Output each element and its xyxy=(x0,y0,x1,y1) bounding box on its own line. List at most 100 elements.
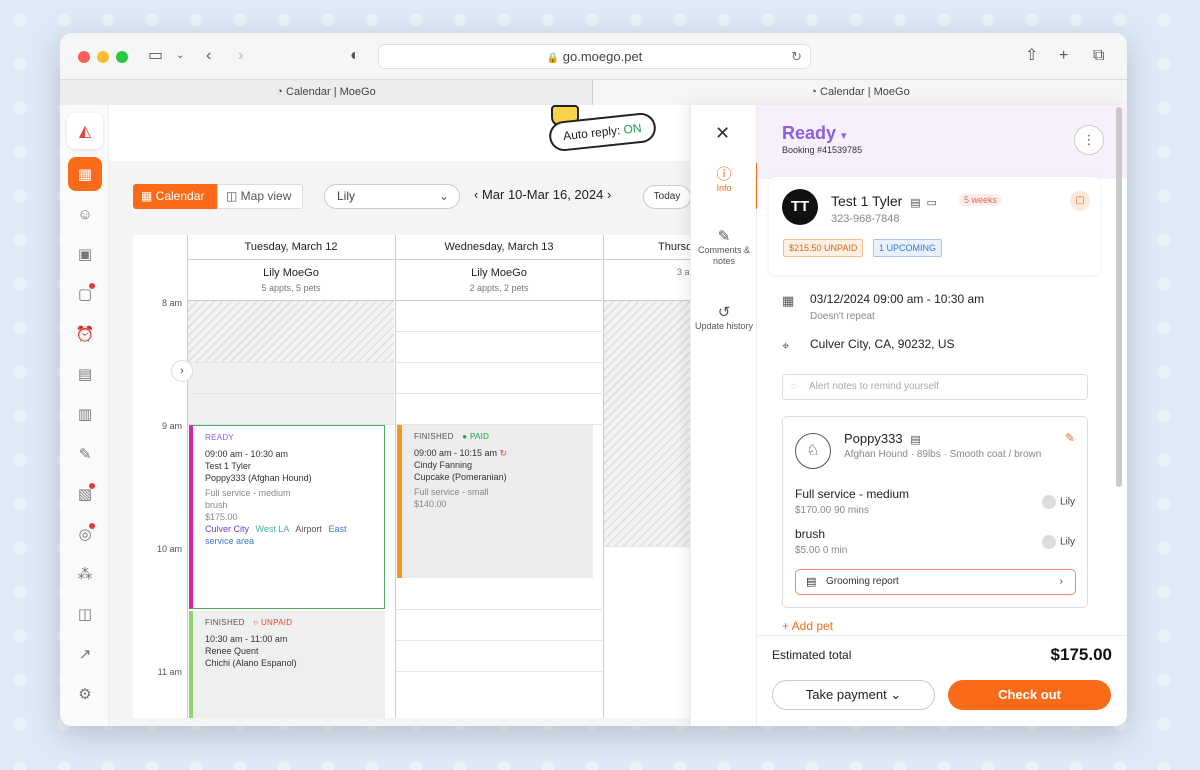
address-bar[interactable]: 🔒 go.moego.pet ↻ xyxy=(378,44,811,69)
time-slot[interactable] xyxy=(188,363,394,394)
service-item[interactable]: Full service - medium $170.00 90 mins xyxy=(795,487,909,516)
today-button[interactable]: Today xyxy=(643,185,691,209)
back-icon[interactable]: ‹ xyxy=(206,47,211,65)
left-nav: ◭ ▦ ☺ ▣ ▢ ⏰ ▤ ▥ ✎ ▧ ◎ ⁂ ◫ ↗ ⚙ xyxy=(60,105,109,726)
browser-window: ▭ ⌄ ‹ › ◐ 🔒 go.moego.pet ↻ ⇧ + ⧉ ◔ Calen… xyxy=(60,33,1127,726)
new-tab-icon[interactable]: + xyxy=(1059,47,1068,65)
nav-booking-icon[interactable]: ▤ xyxy=(68,357,102,391)
appointment-datetime[interactable]: ▦ 03/12/2024 09:00 am - 10:30 am Doesn't… xyxy=(782,292,984,322)
date-range-nav: ‹ Mar 10-Mar 16, 2024 › xyxy=(474,187,612,202)
note-icon[interactable]: ▤ xyxy=(910,197,920,209)
nav-settings-icon[interactable]: ⚙ xyxy=(68,677,102,711)
nav-reminders-icon[interactable]: ⏰ xyxy=(68,317,102,351)
prev-week-icon[interactable]: ‹ xyxy=(474,187,482,202)
message-icon[interactable]: ▢ xyxy=(1070,191,1090,211)
time-slot[interactable] xyxy=(396,301,602,332)
client-name[interactable]: Test 1 Tyler ▤ ▭ xyxy=(831,193,937,209)
browser-toolbar: ▭ ⌄ ‹ › ◐ 🔒 go.moego.pet ↻ ⇧ + ⧉ xyxy=(60,33,1127,79)
repeat-icon: ↻ xyxy=(499,448,508,458)
appointment-address[interactable]: ⌖ Culver City, CA, 90232, US xyxy=(782,337,955,353)
nav-schedule-icon[interactable]: ▧ xyxy=(68,477,102,511)
day-header[interactable]: Wednesday, March 13 xyxy=(396,235,602,260)
service-staff[interactable]: Lily xyxy=(1041,495,1075,509)
time-slot[interactable] xyxy=(396,610,602,641)
drawer-scrollbar[interactable] xyxy=(1116,107,1122,487)
service-item[interactable]: brush $5.00 0 min xyxy=(795,527,847,556)
blocked-slot xyxy=(188,301,394,363)
day-header[interactable]: Tuesday, March 12 xyxy=(188,235,394,260)
more-options-icon[interactable]: ⋮ xyxy=(1074,125,1104,155)
day-header[interactable]: Thursd xyxy=(604,235,690,260)
avatar[interactable]: TT xyxy=(782,189,818,225)
time-slot[interactable] xyxy=(188,394,394,425)
privacy-shield-icon[interactable]: ◐ xyxy=(350,47,360,65)
nav-team-icon[interactable]: ⁂ xyxy=(68,557,102,591)
drawer-tab-info[interactable]: ⓘ Info xyxy=(691,163,758,209)
time-slot[interactable] xyxy=(396,332,602,363)
tab-bar: ◔ Calendar | MoeGo ◔ Calendar | MoeGo xyxy=(60,79,1127,105)
expand-sidebar-icon[interactable]: › xyxy=(171,360,193,382)
unpaid-badge: ○ UNPAID xyxy=(253,618,293,627)
check-out-button[interactable]: Check out xyxy=(948,680,1111,710)
nav-bag-icon[interactable]: ▣ xyxy=(68,237,102,271)
lock-icon: 🔒 xyxy=(546,53,560,64)
time-slot[interactable] xyxy=(396,394,602,425)
close-window-button[interactable] xyxy=(78,51,90,63)
estimated-total-label: Estimated total xyxy=(772,648,852,662)
maximize-window-button[interactable] xyxy=(116,51,128,63)
map-view-button[interactable]: ◫ Map view xyxy=(217,184,303,209)
staff-select[interactable]: Lily ⌄ xyxy=(324,184,460,209)
time-slot[interactable] xyxy=(396,641,602,672)
drawer-tab-history[interactable]: ↺ Update history xyxy=(691,305,757,332)
browser-tab-1[interactable]: ◔ Calendar | MoeGo xyxy=(60,80,593,105)
forward-icon[interactable]: › xyxy=(238,47,243,65)
pet-card: ♘ Poppy333 ▤ Afghan Hound · 89lbs · Smoo… xyxy=(782,416,1088,608)
nav-calendar-icon[interactable]: ▦ xyxy=(68,157,102,191)
drawer-tab-comments[interactable]: ✎ Comments & notes xyxy=(691,229,757,267)
moego-logo-icon[interactable]: ◭ xyxy=(67,113,103,149)
nav-messages-icon[interactable]: ▢ xyxy=(68,277,102,311)
share-icon[interactable]: ⇧ xyxy=(1025,47,1038,65)
chevron-down-icon: ⌄ xyxy=(890,687,902,702)
nav-insights-icon[interactable]: ↗ xyxy=(68,637,102,671)
service-staff[interactable]: Lily xyxy=(1041,535,1075,549)
reload-icon[interactable]: ↻ xyxy=(791,45,802,68)
minimize-window-button[interactable] xyxy=(97,51,109,63)
calendar-icon: ▦ xyxy=(141,189,156,203)
nav-reviews-icon[interactable]: ◎ xyxy=(68,517,102,551)
nav-reports-icon[interactable]: ▥ xyxy=(68,397,102,431)
time-slot[interactable] xyxy=(396,579,602,610)
pet-avatar-icon[interactable]: ♘ xyxy=(795,433,831,469)
appointment-card[interactable]: READY 09:00 am - 10:30 am Test 1 Tyler P… xyxy=(189,425,385,609)
nav-clients-icon[interactable]: ☺ xyxy=(68,197,102,231)
grooming-report-button[interactable]: ▤ Grooming report › xyxy=(795,569,1076,595)
edit-icon[interactable]: ✎ xyxy=(1065,431,1075,445)
status-dropdown[interactable]: Ready ▾ xyxy=(782,123,847,144)
appointment-card[interactable]: FINISHED ● PAID 09:00 am - 10:15 am ↻ Ci… xyxy=(397,425,593,578)
tab-overview-icon[interactable]: ⧉ xyxy=(1093,47,1104,65)
location-pin-icon: ⌖ xyxy=(782,338,790,353)
pet-name[interactable]: Poppy333 ▤ xyxy=(844,431,921,446)
nav-shop-icon[interactable]: ◫ xyxy=(68,597,102,631)
alert-notes-input[interactable]: ◌ Alert notes to remind yourself xyxy=(782,374,1088,400)
take-payment-button[interactable]: Take payment ⌄ xyxy=(772,680,935,710)
chevron-down-icon[interactable]: ⌄ xyxy=(176,47,184,65)
area-tag: West LA xyxy=(255,524,289,534)
card-icon[interactable]: ▭ xyxy=(927,197,937,209)
sidebar-toggle-icon[interactable]: ▭ xyxy=(148,47,163,65)
add-pet-button[interactable]: + Add pet xyxy=(782,619,833,633)
next-week-icon[interactable]: › xyxy=(607,187,611,202)
time-column: 8 am 9 am 10 am 11 am xyxy=(133,235,188,718)
staff-header: Lily MoeGo 2 appts, 2 pets xyxy=(396,260,602,301)
nav-pencil-icon[interactable]: ✎ xyxy=(68,437,102,471)
close-icon[interactable]: ✕ xyxy=(715,123,730,144)
info-icon: ⓘ xyxy=(716,166,732,183)
note-icon[interactable]: ▤ xyxy=(910,434,920,446)
appointment-drawer: ✕ ⓘ Info ✎ Comments & notes ↺ Update his… xyxy=(690,105,1127,726)
time-slot[interactable] xyxy=(396,363,602,394)
calendar-view-button[interactable]: ▦ Calendar xyxy=(133,184,217,209)
unpaid-tag[interactable]: $215.50 UNPAID xyxy=(783,239,864,257)
appointment-card[interactable]: FINISHED ○ UNPAID 10:30 am - 11:00 am Re… xyxy=(189,611,385,718)
upcoming-tag[interactable]: 1 UPCOMING xyxy=(873,239,943,257)
browser-tab-2[interactable]: ◔ Calendar | MoeGo xyxy=(593,80,1127,105)
